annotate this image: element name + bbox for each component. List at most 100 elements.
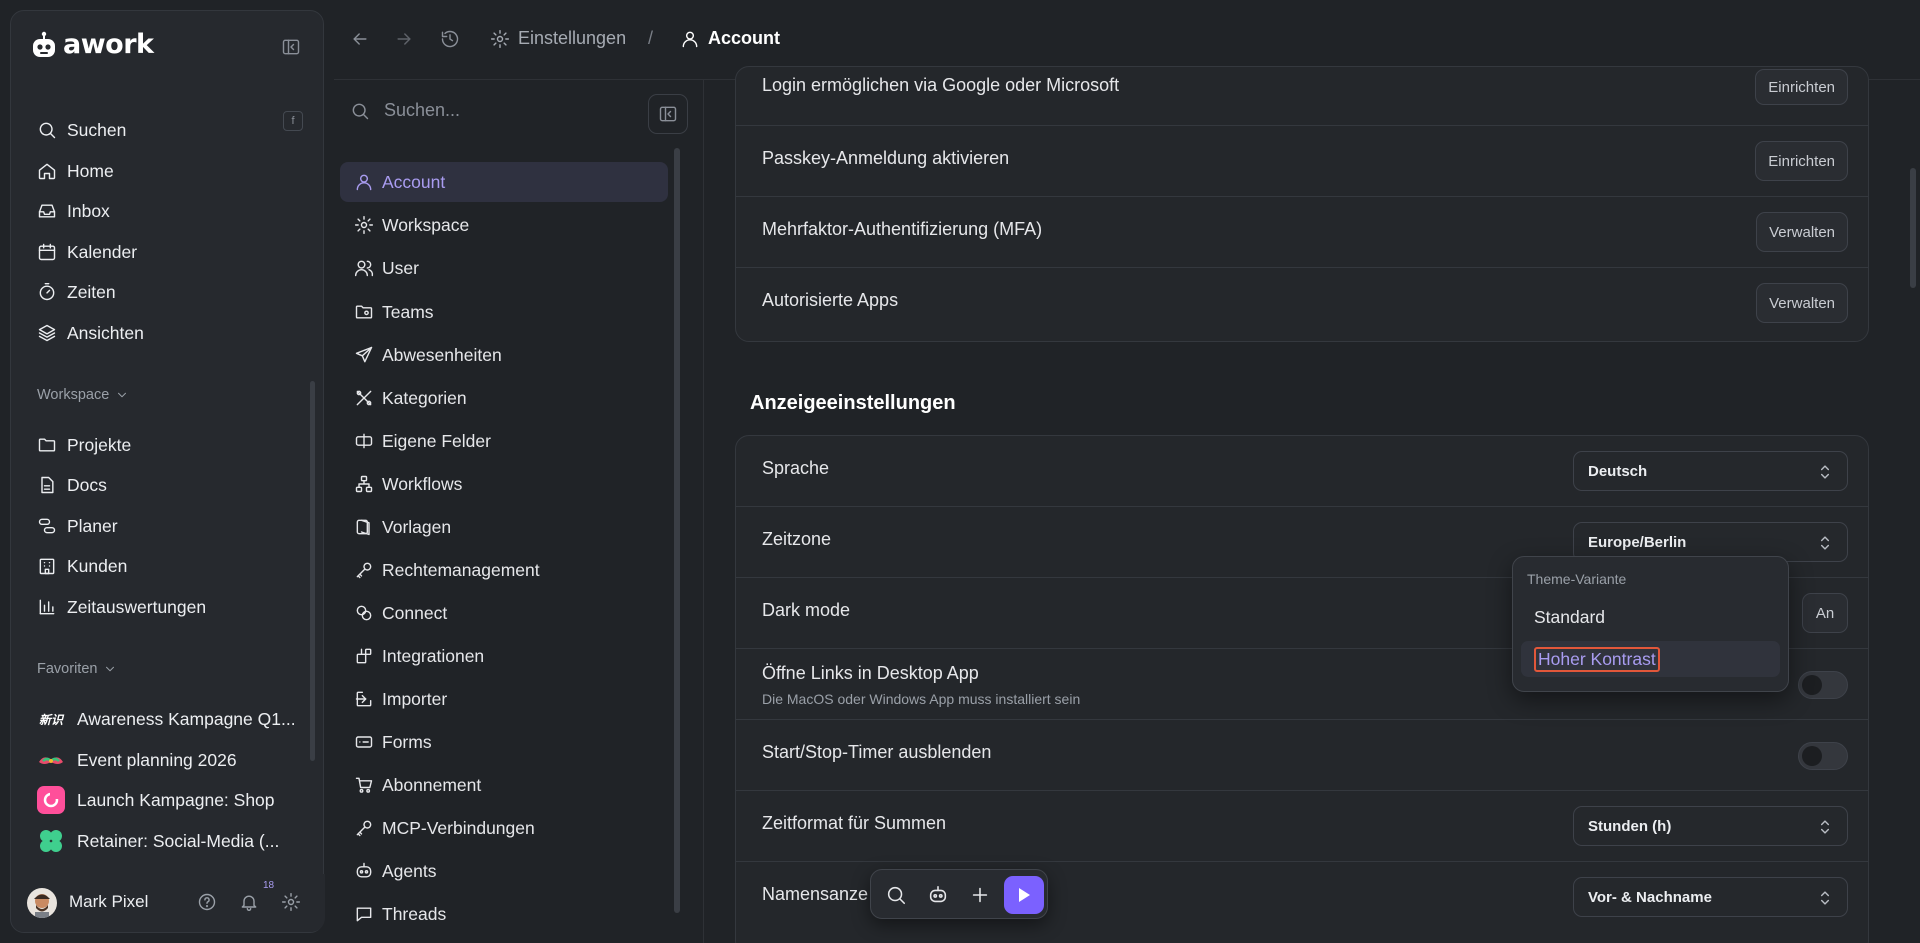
settings-search[interactable]: Suchen... xyxy=(350,100,460,121)
user-icon xyxy=(356,174,372,191)
nav-item-time-reports[interactable]: Zeitauswertungen xyxy=(37,591,206,623)
favorite-project-launch[interactable]: Launch Kampagne: Shop xyxy=(37,784,275,816)
planner-icon xyxy=(38,518,56,534)
nav-item-calendar[interactable]: Kalender xyxy=(37,236,137,268)
manage-mfa-button[interactable]: Verwalten xyxy=(1756,212,1848,252)
ai-agent-button[interactable] xyxy=(927,884,949,906)
project-logo xyxy=(37,786,65,814)
gear-icon xyxy=(490,29,510,48)
nav-search[interactable]: Suchen xyxy=(37,114,126,146)
submenu-scrollbar[interactable] xyxy=(674,148,680,913)
setting-row-timer: Start/Stop-Timer ausblenden xyxy=(736,720,1868,791)
submenu-item-label: Vorlagen xyxy=(382,516,452,537)
nav-item-docs[interactable]: Docs xyxy=(37,469,107,501)
submenu-item-workflows[interactable]: Workflows xyxy=(340,464,668,504)
settings-search-input[interactable]: Suchen... xyxy=(384,100,460,121)
submenu-item-label: Kategorien xyxy=(382,387,467,408)
favorite-project-awareness[interactable]: 新识 Awareness Kampagne Q1... xyxy=(37,703,296,735)
favorite-project-event[interactable]: Event planning 2026 xyxy=(37,744,237,776)
security-card: Login ermöglichen via Google oder Micros… xyxy=(735,66,1869,342)
setting-row-social-login: Login ermöglichen via Google oder Micros… xyxy=(736,67,1868,126)
key-icon xyxy=(356,820,372,837)
submenu-item-integrations[interactable]: Integrationen xyxy=(340,636,668,676)
arrow-left-icon xyxy=(353,33,367,45)
workspace-section-toggle[interactable]: Workspace xyxy=(37,387,129,403)
play-icon xyxy=(1019,888,1030,902)
favorites-section-toggle[interactable]: Favoriten xyxy=(37,661,117,677)
setup-social-login-button[interactable]: Einrichten xyxy=(1755,69,1848,105)
user-icon xyxy=(682,31,698,47)
display-settings-title: Anzeigeeinstellungen xyxy=(750,392,956,414)
submenu-item-templates[interactable]: Vorlagen xyxy=(340,507,668,547)
search-icon xyxy=(352,103,369,119)
collapse-submenu-button[interactable] xyxy=(648,94,688,134)
favorite-label: Launch Kampagne: Shop xyxy=(77,789,275,810)
submenu-item-connect[interactable]: Connect xyxy=(340,593,668,633)
nav-item-clients[interactable]: Kunden xyxy=(37,550,127,582)
start-timer-button[interactable] xyxy=(1004,876,1044,914)
breadcrumb-settings[interactable]: Einstellungen xyxy=(490,28,626,49)
main-scrollbar[interactable] xyxy=(1910,168,1916,288)
back-button[interactable] xyxy=(350,29,370,49)
theme-variant-dropdown: Theme-Variante Standard Hoher Kontrast xyxy=(1512,556,1789,692)
nav-item-label: Kalender xyxy=(67,241,138,262)
dark-mode-select[interactable]: An xyxy=(1802,593,1848,633)
quick-add-button[interactable] xyxy=(969,884,991,906)
nav-item-times[interactable]: Zeiten xyxy=(37,276,116,308)
theme-option-high-contrast[interactable]: Hoher Kontrast xyxy=(1521,641,1780,677)
robot-icon xyxy=(356,862,372,878)
avatar[interactable] xyxy=(27,888,57,918)
submenu-item-absences[interactable]: Abwesenheiten xyxy=(340,335,668,375)
submenu-item-permissions[interactable]: Rechtemanagement xyxy=(340,550,668,590)
submenu-item-account[interactable]: Account xyxy=(340,162,668,202)
main-content: Login ermöglichen via Google oder Micros… xyxy=(705,66,1920,943)
language-select[interactable]: Deutsch xyxy=(1573,451,1848,491)
help-button[interactable] xyxy=(197,892,217,912)
forward-button[interactable] xyxy=(394,29,414,49)
manage-apps-button[interactable]: Verwalten xyxy=(1756,283,1848,323)
awork-logo[interactable]: awork xyxy=(31,29,154,60)
favorite-project-retainer[interactable]: Retainer: Social-Media (... xyxy=(37,825,279,857)
name-display-select[interactable]: Vor- & Nachname xyxy=(1573,877,1848,917)
nav-item-inbox[interactable]: Inbox xyxy=(37,195,110,227)
document-icon xyxy=(41,476,54,494)
submenu-item-custom-fields[interactable]: Eigene Felder xyxy=(340,421,668,461)
submenu-item-forms[interactable]: Forms xyxy=(340,722,668,762)
history-button[interactable] xyxy=(440,29,460,49)
submenu-item-categories[interactable]: Kategorien xyxy=(340,378,668,418)
setting-label: Zeitformat für Summen xyxy=(762,813,947,833)
submenu-item-mcp[interactable]: MCP-Verbindungen xyxy=(340,808,668,848)
submenu-item-label: Agents xyxy=(382,860,437,881)
submenu-item-subscription[interactable]: Abonnement xyxy=(340,765,668,805)
import-icon xyxy=(355,691,372,707)
quick-search-button[interactable] xyxy=(885,884,907,906)
home-icon xyxy=(38,163,56,180)
time-format-select[interactable]: Stunden (h) xyxy=(1573,806,1848,846)
notifications-button[interactable] xyxy=(239,892,259,912)
submenu-item-teams[interactable]: Teams xyxy=(340,292,668,332)
chevron-updown-icon xyxy=(1820,891,1830,905)
desktop-links-toggle[interactable] xyxy=(1798,671,1848,699)
submenu-item-label: Abonnement xyxy=(382,774,482,795)
submenu-item-label: Forms xyxy=(382,731,432,752)
nav-item-planner[interactable]: Planer xyxy=(37,510,118,542)
submenu-item-user[interactable]: User xyxy=(340,248,668,288)
hide-timer-toggle[interactable] xyxy=(1798,742,1848,770)
setup-passkey-button[interactable]: Einrichten xyxy=(1755,141,1848,181)
settings-button[interactable] xyxy=(281,892,301,912)
submenu-item-threads[interactable]: Threads xyxy=(340,894,668,934)
submenu-item-agents[interactable]: Agents xyxy=(340,851,668,891)
nav-item-views[interactable]: Ansichten xyxy=(37,317,144,349)
templates-icon xyxy=(356,519,370,536)
chevron-updown-icon xyxy=(1820,820,1830,834)
option-label: Standard xyxy=(1534,606,1606,627)
submenu-item-workspace[interactable]: Workspace xyxy=(340,205,668,245)
nav-item-label: Planer xyxy=(67,515,118,536)
theme-option-standard[interactable]: Standard xyxy=(1521,599,1780,635)
nav-scrollbar[interactable] xyxy=(310,381,315,761)
submenu-item-importer[interactable]: Importer xyxy=(340,679,668,719)
nav-item-home[interactable]: Home xyxy=(37,155,114,187)
nav-item-label: Zeitauswertungen xyxy=(67,596,207,617)
nav-item-projects[interactable]: Projekte xyxy=(37,429,131,461)
collapse-sidebar-button[interactable] xyxy=(281,37,301,57)
